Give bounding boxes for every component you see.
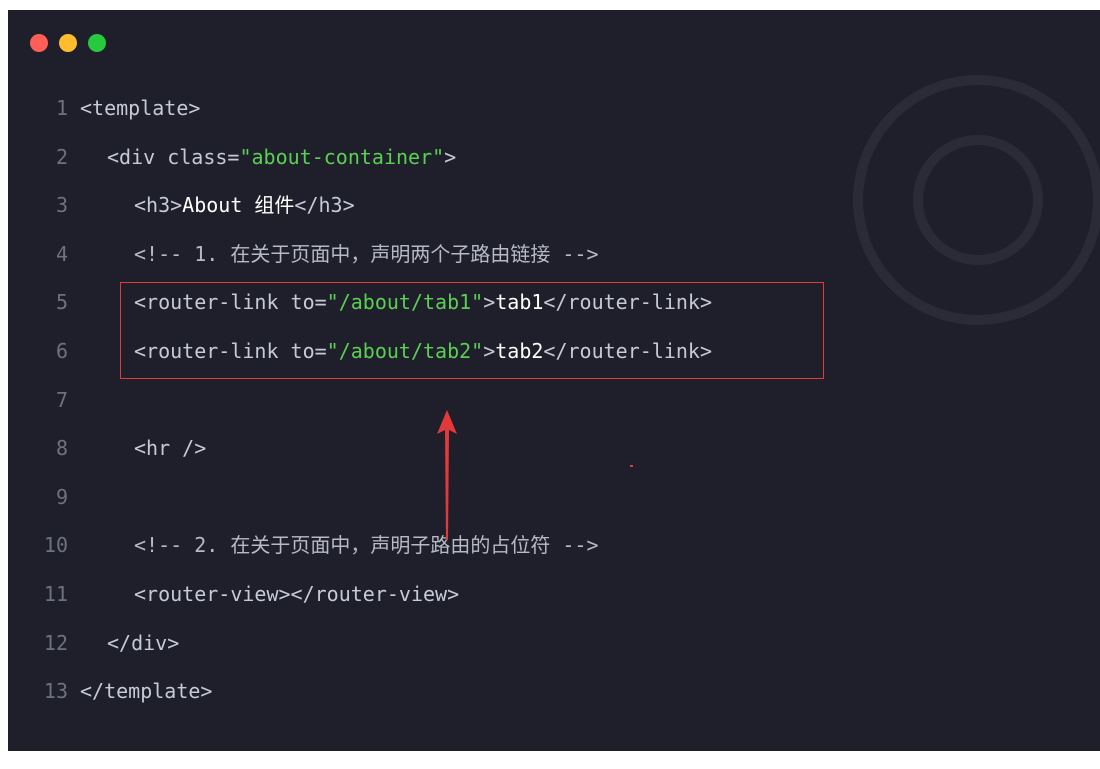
code-content: <!-- 1. 在关于页面中，声明两个子路由链接 --> [134,238,599,270]
code-token: > [444,144,457,169]
line-number: 8 [55,436,68,461]
line-number: 2 [55,144,68,169]
code-token: <!-- 1. 在关于页面中，声明两个子路由链接 --> [134,241,599,266]
line-number: 12 [43,630,68,655]
code-token: About 组件 [182,193,295,218]
code-content: <!-- 2. 在关于页面中，声明子路由的占位符 --> [134,529,599,561]
code-content: <router-view></router-view> [134,578,459,610]
code-content: <hr /> [134,432,206,464]
code-line: 12 </div> [8,627,1100,659]
code-line: 13 </template> [8,675,1100,707]
code-token: <router-view></router-view> [134,582,460,606]
code-line: 3 <h3>About 组件</h3> [8,189,1100,221]
code-token: </div> [107,630,180,655]
close-dot-icon[interactable] [30,34,48,52]
code-content: </div> [107,627,179,659]
code-line: 8 <hr /> [8,432,1100,464]
code-content: <template> [80,92,200,124]
code-token: <!-- 2. 在关于页面中，声明子路由的占位符 --> [134,533,599,558]
window-controls [30,34,106,52]
code-line: 10 <!-- 2. 在关于页面中，声明子路由的占位符 --> [8,529,1100,561]
line-number: 5 [55,290,68,315]
line-number: 3 [55,193,68,218]
line-number: 7 [55,387,68,412]
code-line: 7 [8,384,1100,416]
code-token: </template> [80,679,213,704]
code-line: 11 <router-view></router-view> [8,578,1100,610]
code-token: "about-container" [239,144,445,169]
line-number: 10 [43,533,68,558]
code-content: <div class="about-container"> [107,141,456,173]
code-line: 4 <!-- 1. 在关于页面中，声明两个子路由链接 --> [8,238,1100,270]
line-number: 9 [55,484,68,509]
code-content: </template> [80,675,212,707]
arrow-up-icon [437,410,457,540]
code-line: 2 <div class="about-container"> [8,141,1100,173]
line-number: 1 [55,96,68,120]
code-token: <template> [80,96,201,120]
code-window: 1 <template> 2 <div class="about-container"… [8,10,1100,751]
code-token: </h3> [294,193,355,218]
maximize-dot-icon[interactable] [88,34,106,52]
minimize-dot-icon[interactable] [59,34,77,52]
code-token: <hr /> [134,436,207,461]
line-number: 13 [43,679,68,704]
line-number: 6 [55,339,68,363]
code-line: 9 [8,481,1100,513]
line-number: 11 [43,582,68,606]
code-token: <h3> [134,193,183,218]
red-mark [630,465,633,467]
code-line: 1 <template> [8,92,1100,124]
line-number: 4 [55,241,68,266]
code-content: <h3>About 组件</h3> [134,189,355,221]
highlight-box [120,282,824,379]
code-token: <div class= [107,144,240,169]
